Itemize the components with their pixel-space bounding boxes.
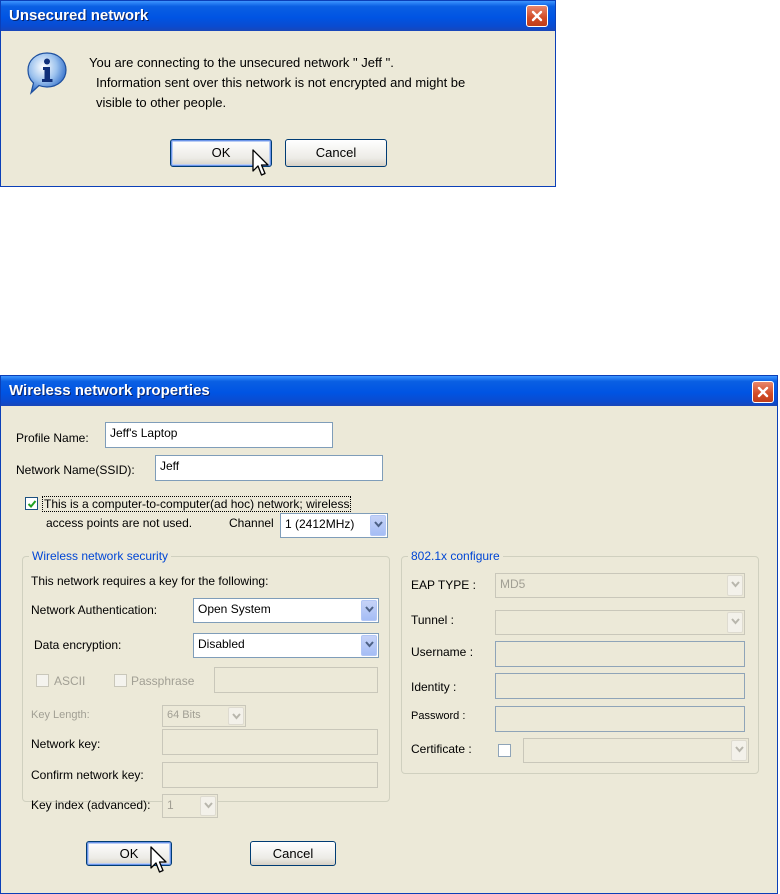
tunnel-select[interactable] (495, 610, 745, 635)
username-input[interactable] (495, 641, 745, 667)
chevron-down-icon (374, 521, 383, 528)
chevron-down-icon (735, 746, 744, 753)
password-label: Password : (411, 710, 466, 722)
password-input[interactable] (495, 706, 745, 732)
mouse-pointer-icon (150, 846, 167, 873)
network-authentication-dropdown-button[interactable] (361, 600, 377, 621)
dialog-title: Wireless network properties (9, 382, 210, 399)
mouse-pointer-icon (252, 149, 269, 176)
channel-select[interactable]: 1 (2412MHz) (280, 513, 388, 538)
chevron-down-icon (365, 641, 374, 648)
message-line-3: visible to other people. (96, 95, 227, 110)
title-bar[interactable]: Unsecured network (1, 1, 555, 31)
close-icon (757, 386, 769, 398)
network-authentication-label: Network Authentication: (31, 603, 158, 617)
dot1x-configure-title: 802.1x configure (408, 549, 503, 563)
key-length-select[interactable]: 64 Bits (162, 705, 246, 727)
data-encryption-label: Data encryption: (34, 638, 122, 652)
ascii-label: ASCII (54, 674, 86, 688)
profile-name-input[interactable]: Jeff's Laptop (105, 422, 333, 448)
cancel-button[interactable]: Cancel (285, 139, 387, 167)
ssid-input[interactable]: Jeff (155, 455, 383, 481)
message-line-2: Information sent over this network is no… (96, 75, 466, 90)
wireless-network-properties-dialog: Wireless network properties Profile Name… (0, 375, 778, 894)
key-index-select[interactable]: 1 (162, 794, 218, 818)
network-key-input[interactable] (162, 729, 378, 755)
tunnel-dropdown-button[interactable] (727, 612, 743, 633)
ssid-label: Network Name(SSID): (16, 463, 135, 477)
title-bar[interactable]: Wireless network properties (1, 376, 777, 406)
key-length-dropdown-button[interactable] (228, 707, 244, 725)
eap-type-value: MD5 (500, 577, 526, 591)
network-key-label: Network key: (31, 737, 101, 751)
key-length-value: 64 Bits (167, 709, 201, 721)
channel-value: 1 (2412MHz) (285, 517, 355, 531)
close-icon (531, 10, 543, 22)
message-line-1: You are connecting to the unsecured netw… (89, 55, 394, 70)
channel-dropdown-button[interactable] (370, 515, 386, 536)
adhoc-label-line-1: This is a computer-to-computer(ad hoc) n… (42, 496, 352, 512)
data-encryption-select[interactable]: Disabled (193, 633, 379, 658)
channel-label: Channel (229, 516, 274, 530)
chevron-down-icon (731, 618, 740, 625)
ascii-checkbox[interactable] (36, 674, 49, 687)
info-icon (27, 52, 67, 95)
network-authentication-select[interactable]: Open System (193, 598, 379, 623)
chevron-down-icon (731, 581, 740, 588)
tunnel-label: Tunnel : (411, 613, 454, 627)
chevron-down-icon (232, 713, 241, 720)
checkmark-icon (27, 500, 37, 508)
certificate-dropdown-button[interactable] (731, 740, 747, 761)
chevron-down-icon (365, 606, 374, 613)
close-button[interactable] (526, 5, 548, 27)
adhoc-checkbox[interactable] (25, 497, 38, 510)
unsecured-network-dialog: Unsecured network You are connecting to … (0, 0, 556, 187)
key-length-label: Key Length: (31, 709, 90, 721)
data-encryption-value: Disabled (198, 637, 245, 651)
dialog-title: Unsecured network (9, 7, 149, 24)
data-encryption-dropdown-button[interactable] (361, 635, 377, 656)
key-index-dropdown-button[interactable] (200, 796, 216, 816)
network-authentication-value: Open System (198, 602, 271, 616)
wireless-security-title: Wireless network security (29, 549, 172, 563)
cancel-button[interactable]: Cancel (250, 841, 336, 866)
certificate-checkbox[interactable] (498, 744, 511, 757)
identity-label: Identity : (411, 680, 457, 694)
certificate-label: Certificate : (411, 742, 472, 756)
close-button[interactable] (752, 381, 774, 403)
passphrase-label: Passphrase (131, 674, 195, 688)
username-label: Username : (411, 645, 474, 659)
adhoc-label-line-2: access points are not used. (46, 516, 193, 530)
chevron-down-icon (204, 802, 213, 809)
eap-type-dropdown-button[interactable] (727, 575, 743, 596)
key-index-value: 1 (167, 798, 174, 812)
identity-input[interactable] (495, 673, 745, 699)
confirm-network-key-label: Confirm network key: (31, 768, 144, 782)
certificate-select[interactable] (523, 738, 749, 763)
confirm-network-key-input[interactable] (162, 762, 378, 788)
eap-type-label: EAP TYPE : (411, 578, 476, 592)
key-index-label: Key index (advanced): (31, 798, 151, 812)
profile-name-label: Profile Name: (16, 431, 89, 445)
passphrase-checkbox[interactable] (114, 674, 127, 687)
requires-key-text: This network requires a key for the foll… (31, 574, 269, 588)
passphrase-input[interactable] (214, 667, 378, 693)
eap-type-select[interactable]: MD5 (495, 573, 745, 598)
